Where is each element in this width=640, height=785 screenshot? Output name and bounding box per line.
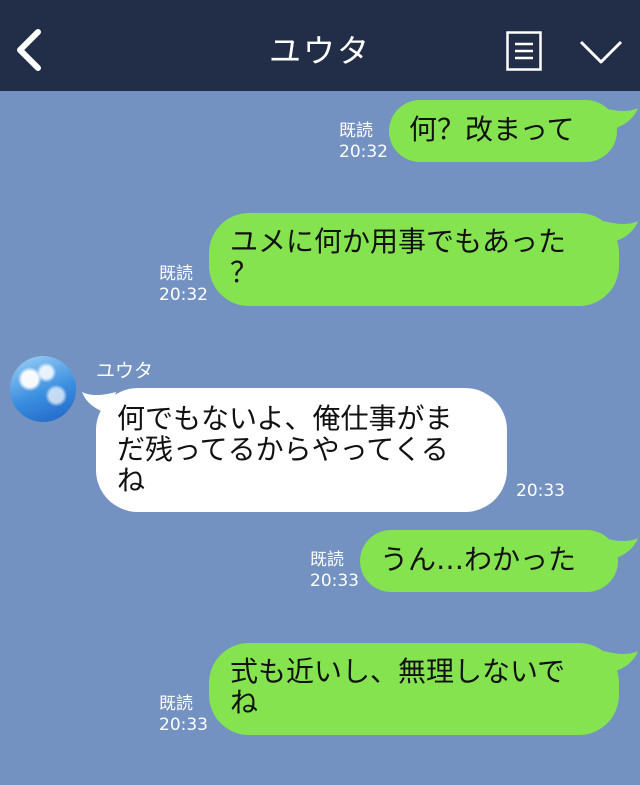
message-bubble-sent[interactable]: ユメに何か用事でもあった ？ (209, 213, 619, 306)
message-text: 何？改まって (409, 113, 575, 146)
avatar[interactable] (10, 356, 76, 422)
menu-button[interactable] (506, 31, 542, 71)
message-meta: 既読 20:33 (310, 550, 359, 592)
message-meta: 既読 20:32 (339, 121, 388, 163)
read-receipt: 既読 (159, 694, 193, 714)
message-text: うん…わかった (380, 543, 577, 576)
chevron-down-icon (579, 40, 623, 64)
message-bubble-received[interactable]: 何でもないよ、俺仕事がま だ残ってるからやってくる ね (96, 388, 507, 512)
message-text: ね (230, 686, 259, 719)
timestamp: 20:32 (339, 142, 388, 162)
message-bubble-sent[interactable]: 式も近いし、無理しないで ね (209, 643, 619, 735)
message-text: ユメに何か用事でもあった (230, 225, 567, 258)
read-receipt: 既読 (310, 550, 344, 570)
sender-name: ユウタ (96, 360, 154, 382)
message-meta: 既読 20:33 (159, 694, 208, 736)
timestamp: 20:33 (310, 571, 359, 591)
message-text: だ残ってるからやってくる (117, 433, 449, 466)
timestamp: 20:33 (159, 715, 208, 735)
message-text: 何でもないよ、俺仕事がま (117, 402, 453, 435)
read-receipt: 既読 (339, 121, 373, 141)
chat-header: ユウタ (0, 0, 640, 91)
message-text: ？ (230, 256, 259, 289)
read-receipt: 既読 (159, 264, 193, 284)
message-meta: 既読 20:32 (159, 264, 208, 306)
message-text: ね (117, 464, 146, 497)
message-bubble-sent[interactable]: うん…わかった (360, 530, 618, 592)
timestamp: 20:33 (516, 481, 565, 501)
timestamp: 20:32 (159, 285, 208, 305)
chat-title: ユウタ (268, 32, 371, 70)
message-bubble-sent[interactable]: 何？改まって (389, 100, 617, 162)
message-text: 式も近いし、無理しないで (230, 655, 566, 688)
message-meta: 20:33 (516, 481, 565, 502)
menu-icon (506, 31, 542, 71)
collapse-button[interactable] (579, 38, 623, 66)
